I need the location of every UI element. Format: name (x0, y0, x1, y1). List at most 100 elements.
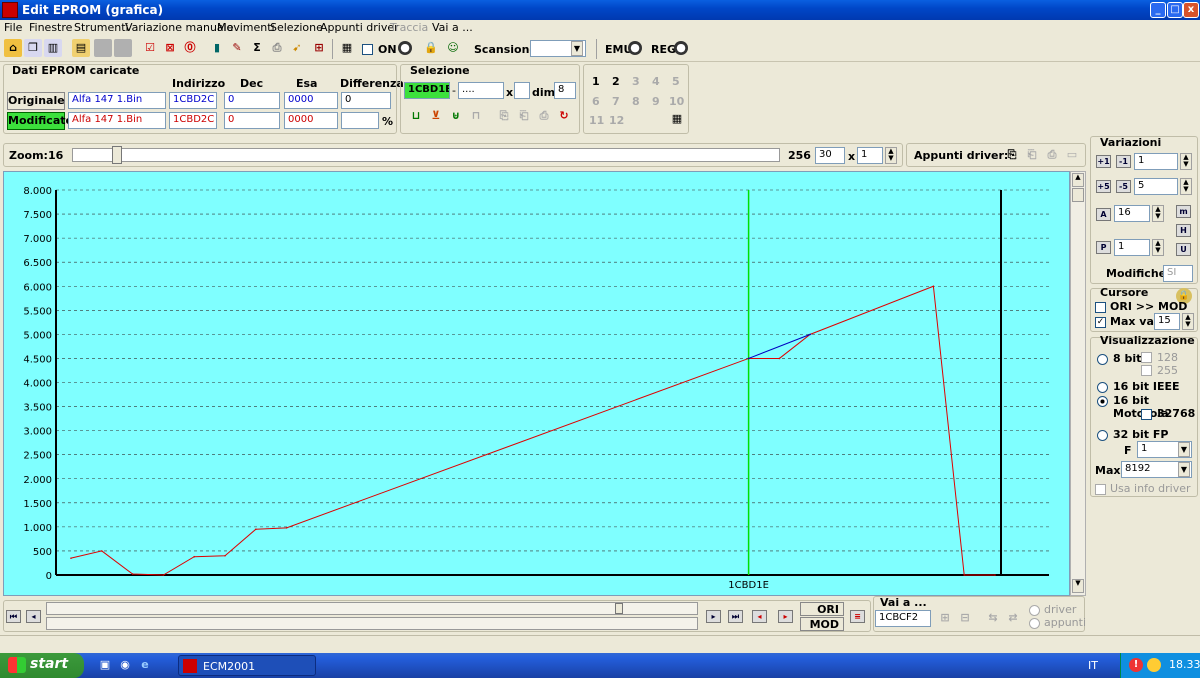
menu-strumenti[interactable]: Strumenti (74, 21, 129, 34)
minimize-button[interactable]: _ (1150, 2, 1166, 18)
lock-icon[interactable]: 🔒 (422, 39, 440, 57)
taskbar-item-ecm2001[interactable]: ECM2001 (178, 655, 316, 676)
selezione-addr[interactable]: 1CBD1E (404, 82, 450, 99)
vertical-scrollbar[interactable]: ▲ ▼ (1070, 171, 1086, 596)
radio-32bit-fp[interactable] (1097, 430, 1108, 441)
select-ori-icon[interactable]: ⊎ (447, 107, 465, 125)
selezione-mult[interactable] (514, 82, 530, 99)
compare-icon[interactable]: ⊠ (161, 39, 179, 57)
u-icon[interactable]: U (1176, 243, 1191, 256)
selezione-to[interactable]: .... (458, 82, 504, 99)
var-step2[interactable]: 5 (1134, 178, 1178, 195)
zoom-slider[interactable] (72, 148, 780, 162)
zoom-mult[interactable]: 1 (857, 147, 883, 164)
alert-icon[interactable]: ! (1129, 658, 1143, 672)
scroll-thumb[interactable] (1072, 188, 1084, 202)
chevron-down-icon[interactable]: ▼ (1178, 442, 1190, 457)
num-2[interactable]: 2 (612, 75, 620, 88)
home-icon[interactable]: ⌂ (4, 39, 22, 57)
close-button[interactable]: x (1183, 2, 1199, 18)
next-icon[interactable]: ▸ (706, 610, 721, 623)
max-var-spinner[interactable]: ▲ ▼ (1182, 313, 1194, 330)
zoom-spinner[interactable]: ▲ ▼ (885, 147, 897, 164)
scroll-thumb[interactable] (615, 603, 623, 614)
scroll-up-icon[interactable]: ▲ (1072, 173, 1084, 187)
scroll-down-icon[interactable]: ▼ (1072, 579, 1084, 593)
columns-icon[interactable]: ▥ (44, 39, 62, 57)
media-icon[interactable]: ◉ (116, 656, 134, 674)
menu-file[interactable]: File (4, 21, 22, 34)
menu-finestre[interactable]: Finestre (29, 21, 72, 34)
a-icon[interactable]: A (1096, 208, 1111, 221)
horizontal-scrollbar-1[interactable] (46, 602, 698, 615)
var-step1[interactable]: 1 (1134, 153, 1178, 170)
desktop-icon[interactable]: ▣ (96, 656, 114, 674)
var-a-spinner[interactable]: ▲ ▼ (1152, 205, 1164, 222)
horizontal-scrollbar-2[interactable] (46, 617, 698, 630)
max-var-checkbox[interactable]: ✓ (1095, 317, 1106, 328)
maximize-button[interactable]: □ (1167, 2, 1183, 18)
first-icon[interactable]: ⏮ (6, 610, 21, 623)
select-mod-icon[interactable]: ⊻ (427, 107, 445, 125)
var-step2-spinner[interactable]: ▲ ▼ (1180, 178, 1192, 195)
var-step1-spinner[interactable]: ▲ ▼ (1180, 153, 1192, 170)
chevron-down-icon[interactable]: ▼ (571, 41, 583, 56)
language-indicator[interactable]: IT (1088, 659, 1098, 672)
radio-16bit-motorola[interactable] (1097, 396, 1108, 407)
p-icon[interactable]: P (1096, 241, 1111, 254)
zoom-value[interactable]: 30 (815, 147, 845, 164)
menu-vai-a[interactable]: Vai a ... (432, 21, 473, 34)
windows-icon[interactable]: ❐ (24, 39, 42, 57)
mod-button[interactable]: MOD (800, 617, 844, 631)
dim-input[interactable]: 8 (554, 82, 576, 99)
ori-button[interactable]: ORI (800, 602, 844, 616)
print-icon[interactable]: ⎙ (268, 39, 286, 57)
prev-icon[interactable]: ◂ (26, 610, 41, 623)
refresh-icon[interactable]: ↻ (555, 107, 573, 125)
open-folder-icon[interactable]: ▤ (72, 39, 90, 57)
runner-icon[interactable]: ☺ (444, 39, 462, 57)
table-icon[interactable]: ▦ (338, 39, 356, 57)
num-1[interactable]: 1 (592, 75, 600, 88)
var-p[interactable]: 1 (1114, 239, 1150, 256)
ori-mod-checkbox[interactable] (1095, 302, 1106, 313)
minus5-icon[interactable]: -5 (1116, 180, 1131, 193)
menu-selezione[interactable]: Selezione (270, 21, 323, 34)
clipboard-icon[interactable]: ⎘ (1003, 146, 1021, 164)
checkbox-32768[interactable] (1141, 409, 1152, 420)
check-icon[interactable]: ☑ (141, 39, 159, 57)
network-icon[interactable] (1147, 658, 1161, 672)
var-a[interactable]: 16 (1114, 205, 1150, 222)
chart-area[interactable]: 8.000 7.500 7.000 6.500 6.000 5.500 5.000 4.500… (3, 171, 1070, 596)
var-p-spinner[interactable]: ▲ ▼ (1152, 239, 1164, 256)
vai-a-input[interactable]: 1CBCF2 (875, 610, 931, 627)
next-diff-icon[interactable]: ▸ (778, 610, 793, 623)
edit-icon[interactable]: ✎ (228, 39, 246, 57)
minus1-icon[interactable]: -1 (1116, 155, 1131, 168)
select-icon[interactable]: ⊔ (407, 107, 425, 125)
plus1-icon[interactable]: +1 (1096, 155, 1111, 168)
graph-icon[interactable]: ➹ (288, 39, 306, 57)
radio-8bit[interactable] (1097, 354, 1108, 365)
menu-movimenti[interactable]: Movimenti (217, 21, 275, 34)
on-checkbox[interactable] (362, 44, 373, 55)
modificato-button[interactable]: Modificato (7, 112, 73, 130)
m-icon[interactable]: m (1176, 205, 1191, 218)
zero-icon[interactable]: ⓪ (181, 39, 199, 57)
h-icon[interactable]: H (1176, 224, 1191, 237)
chevron-down-icon[interactable]: ▼ (1178, 462, 1190, 477)
radio-16bit-ieee[interactable] (1097, 382, 1108, 393)
chip-icon[interactable]: ▮ (208, 39, 226, 57)
zoom-slider-thumb[interactable] (112, 146, 122, 164)
last-icon[interactable]: ⏭ (728, 610, 743, 623)
originale-button[interactable]: Originale (7, 92, 65, 110)
prev-diff-icon[interactable]: ◂ (752, 610, 767, 623)
chart-icon[interactable]: ⊞ (310, 39, 328, 57)
ie-icon[interactable]: e (136, 656, 154, 674)
flag-icon[interactable]: ≡ (850, 610, 865, 623)
calculator-icon[interactable]: ▦ (668, 110, 686, 128)
sum-icon[interactable]: Σ (248, 39, 266, 57)
menu-appunti-driver[interactable]: Appunti driver (320, 21, 399, 34)
plus5-icon[interactable]: +5 (1096, 180, 1111, 193)
max-var-input[interactable]: 15 (1154, 313, 1180, 330)
